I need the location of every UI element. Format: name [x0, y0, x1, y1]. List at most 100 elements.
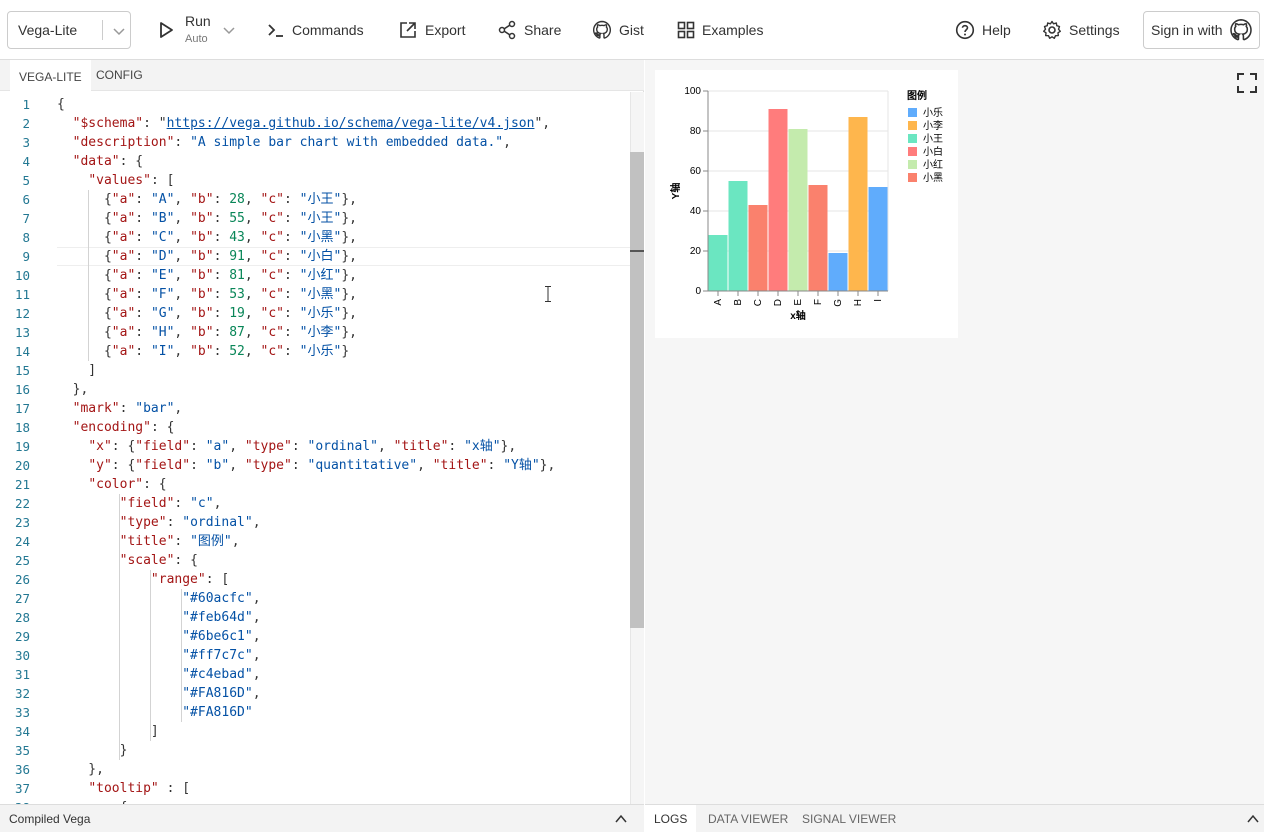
x-axis-title: x轴: [790, 309, 806, 322]
code-text: {: [57, 97, 65, 112]
code-line[interactable]: 3 "description": "A simple bar chart wit…: [0, 133, 630, 152]
x-tick-label: F: [813, 299, 824, 305]
tab-config[interactable]: CONFIG: [87, 60, 152, 91]
editor-scrollbar-thumb[interactable]: [630, 152, 644, 628]
line-number: 37: [14, 781, 30, 796]
examples-button[interactable]: Examples: [677, 0, 763, 60]
code-line[interactable]: 18 "encoding": {: [0, 418, 630, 437]
bar-chart: 0 20 40 60 80 100 A B C D E F G H Ix轴 Y轴 图例小乐小李小王小白小红小黑: [669, 86, 943, 322]
code-line[interactable]: 36 },: [0, 760, 630, 779]
debug-tabs: LOGS DATA VIEWER SIGNAL VIEWER: [645, 804, 1264, 832]
code-text: "#6be6c1",: [182, 629, 261, 644]
code-line[interactable]: 8 {"a": "C", "b": 43, "c": "小黑"},: [0, 228, 630, 247]
code-line[interactable]: 19 "x": {"field": "a", "type": "ordinal"…: [0, 437, 630, 456]
github-icon: [1229, 19, 1252, 41]
commands-button[interactable]: Commands: [267, 0, 364, 60]
tab-signal-viewer[interactable]: SIGNAL VIEWER: [793, 805, 905, 832]
line-number: 16: [14, 382, 30, 397]
code-line[interactable]: 10 {"a": "E", "b": 81, "c": "小红"},: [0, 266, 630, 285]
fullscreen-icon[interactable]: [1236, 72, 1258, 94]
code-editor[interactable]: 1{2 "$schema": "https://vega.github.io/s…: [0, 92, 630, 804]
run-button[interactable]: [156, 0, 183, 60]
code-line[interactable]: 32 "#FA816D",: [0, 684, 630, 703]
examples-label: Examples: [702, 22, 764, 38]
y-axis-title: Y轴: [669, 183, 682, 200]
tab-logs[interactable]: LOGS: [645, 805, 697, 832]
code-line[interactable]: 12 {"a": "G", "b": 19, "c": "小乐"},: [0, 304, 630, 323]
code-line[interactable]: 33 "#FA816D": [0, 703, 630, 722]
line-number: 34: [14, 724, 30, 739]
code-line[interactable]: 37 "tooltip" : [: [0, 779, 630, 798]
line-number: 32: [14, 686, 30, 701]
code-line[interactable]: 2 "$schema": "https://vega.github.io/sch…: [0, 114, 630, 133]
code-line[interactable]: 14 {"a": "I", "b": 52, "c": "小乐"}: [0, 342, 630, 361]
code-line[interactable]: 11 {"a": "F", "b": 53, "c": "小黑"},: [0, 285, 630, 304]
code-line[interactable]: 5 "values": [: [0, 171, 630, 190]
code-line[interactable]: 28 "#feb64d",: [0, 608, 630, 627]
export-icon: [400, 22, 416, 38]
code-line[interactable]: 22 "field": "c",: [0, 494, 630, 513]
tab-vega-lite[interactable]: VEGA-LITE: [10, 60, 91, 91]
share-button[interactable]: Share: [497, 0, 561, 60]
y-tick-label: 40: [690, 206, 702, 217]
line-number: 27: [14, 591, 30, 606]
code-text: "#ff7c7c",: [182, 648, 261, 663]
settings-button[interactable]: Settings: [1042, 0, 1120, 60]
code-line[interactable]: 1{: [0, 95, 630, 114]
code-line[interactable]: 29 "#6be6c1",: [0, 627, 630, 646]
chevron-up-icon[interactable]: [1246, 813, 1260, 825]
code-text: },: [57, 382, 89, 397]
code-line[interactable]: 35 }: [0, 741, 630, 760]
editor-panel: VEGA-LITE CONFIG 1{2 "$schema": "https:/…: [0, 60, 644, 804]
code-text: "#c4ebad",: [182, 667, 261, 682]
code-line[interactable]: 25 "scale": {: [0, 551, 630, 570]
code-line[interactable]: 6 {"a": "A", "b": 28, "c": "小王"},: [0, 190, 630, 209]
line-number: 26: [14, 572, 30, 587]
code-text: {"a": "C", "b": 43, "c": "小黑"},: [57, 230, 357, 245]
code-line[interactable]: 24 "title": "图例",: [0, 532, 630, 551]
code-line[interactable]: 13 {"a": "H", "b": 87, "c": "小李"},: [0, 323, 630, 342]
code-text: "scale": {: [119, 553, 198, 568]
line-number: 12: [14, 306, 30, 321]
help-label: Help: [982, 22, 1011, 38]
code-line[interactable]: 31 "#c4ebad",: [0, 665, 630, 684]
code-line[interactable]: 27 "#60acfc",: [0, 589, 630, 608]
code-line[interactable]: 15 ]: [0, 361, 630, 380]
bar: [828, 253, 848, 291]
code-line[interactable]: 4 "data": {: [0, 152, 630, 171]
gist-button[interactable]: Gist: [592, 0, 644, 60]
tab-data-viewer[interactable]: DATA VIEWER: [699, 805, 797, 832]
legend-swatch: [908, 134, 917, 143]
line-number: 7: [22, 211, 30, 226]
code-line[interactable]: 21 "color": {: [0, 475, 630, 494]
export-button[interactable]: Export: [398, 0, 465, 60]
code-text: {"a": "E", "b": 81, "c": "小红"},: [57, 268, 357, 283]
sign-in-button[interactable]: Sign in with: [1143, 11, 1260, 49]
code-line[interactable]: 17 "mark": "bar",: [0, 399, 630, 418]
code-line[interactable]: 26 "range": [: [0, 570, 630, 589]
line-number: 31: [14, 667, 30, 682]
code-line[interactable]: 30 "#ff7c7c",: [0, 646, 630, 665]
code-line[interactable]: 9 {"a": "D", "b": 91, "c": "小白"},: [0, 247, 630, 266]
y-tick-label: 0: [695, 286, 701, 297]
code-line[interactable]: 20 "y": {"field": "b", "type": "quantita…: [0, 456, 630, 475]
run-mode-chevron-icon[interactable]: [222, 23, 236, 37]
x-tick-label: B: [733, 299, 744, 306]
code-line[interactable]: 23 "type": "ordinal",: [0, 513, 630, 532]
share-label: Share: [524, 22, 562, 38]
line-number: 15: [14, 363, 30, 378]
code-text: "#feb64d",: [182, 610, 261, 625]
x-tick-label: G: [833, 299, 844, 307]
bar: [788, 129, 808, 291]
code-text: "x": {"field": "a", "type": "ordinal", "…: [88, 439, 517, 454]
chevron-up-icon[interactable]: [614, 813, 628, 825]
code-line[interactable]: 34 ]: [0, 722, 630, 741]
code-line[interactable]: 16 },: [0, 380, 630, 399]
help-button[interactable]: Help: [955, 0, 1011, 60]
compiled-vega-bar[interactable]: Compiled Vega: [0, 804, 644, 832]
code-line[interactable]: 7 {"a": "B", "b": 55, "c": "小王"},: [0, 209, 630, 228]
mode-select[interactable]: Vega-Lite: [7, 11, 131, 49]
x-tick-label: A: [713, 299, 724, 306]
code-text: "type": "ordinal",: [119, 515, 261, 530]
code-text: "y": {"field": "b", "type": "quantitativ…: [88, 458, 556, 473]
